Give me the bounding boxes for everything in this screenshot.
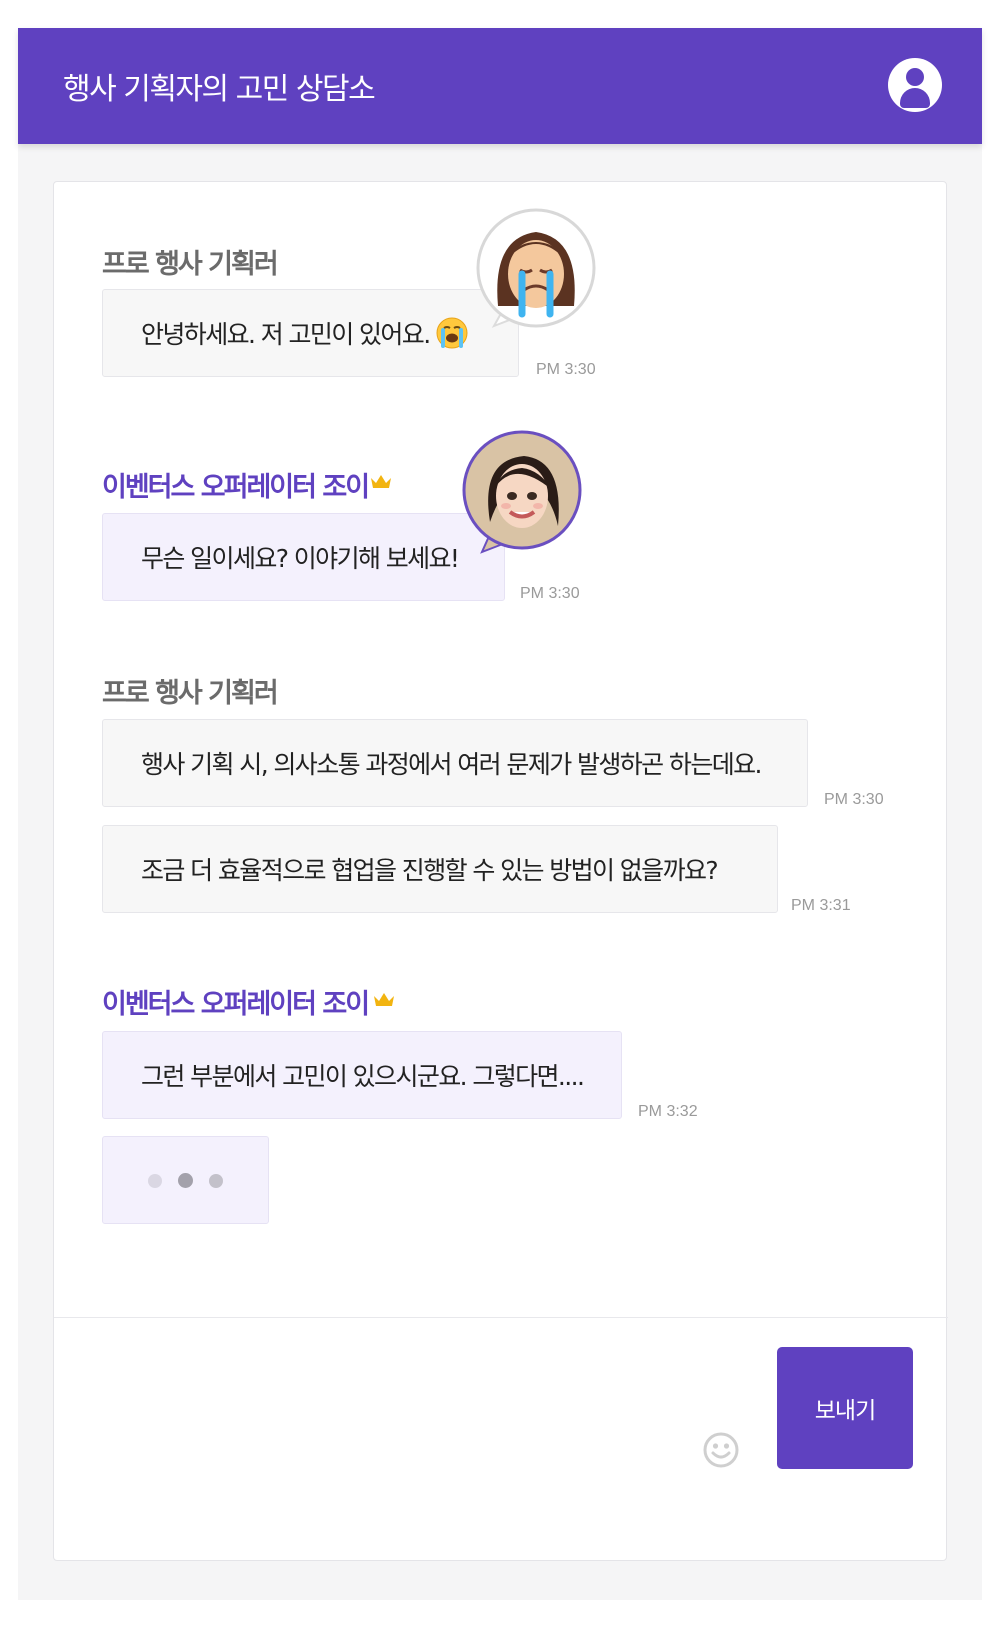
operator-memoji-avatar	[460, 430, 584, 558]
sender-name: 프로 행사 기획러	[102, 678, 279, 709]
composer-divider	[54, 1317, 948, 1318]
crown-icon	[371, 475, 391, 488]
sender-name: 프로 행사 기획러	[102, 249, 279, 280]
message-text: 행사 기획 시, 의사소통 과정에서 여러 문제가 발생하곤 하는데요.	[141, 750, 762, 779]
loudly-crying-face-icon	[436, 317, 468, 349]
message-input[interactable]	[74, 1342, 674, 1542]
message-text: 조금 더 효율적으로 협업을 진행할 수 있는 방법이 없을까요?	[141, 856, 719, 885]
sender-name: 이벤터스 오퍼레이터 조이	[102, 472, 370, 503]
chat-panel: 프로 행사 기획러 안녕하세요. 저 고민이 있어요. PM 3:30 이벤터스…	[53, 181, 948, 1561]
message-timestamp: PM 3:31	[791, 897, 851, 914]
message-bubble: 행사 기획 시, 의사소통 과정에서 여러 문제가 발생하곤 하는데요.	[102, 719, 808, 807]
typing-dot	[178, 1173, 193, 1188]
app-title: 행사 기획자의 고민 상담소	[63, 72, 376, 107]
typing-indicator	[102, 1136, 269, 1224]
chat-app: 행사 기획자의 고민 상담소 프로 행사 기획러 안녕하세요. 저 고민이 있어…	[18, 28, 982, 1600]
typing-dot	[148, 1174, 162, 1188]
message-bubble: 조금 더 효율적으로 협업을 진행할 수 있는 방법이 없을까요?	[102, 825, 778, 913]
user-profile-button[interactable]	[888, 58, 942, 112]
crown-icon	[374, 993, 394, 1006]
message-text: 무슨 일이세요? 이야기해 보세요!	[141, 544, 460, 573]
message-timestamp: PM 3:30	[536, 361, 596, 378]
typing-dot	[209, 1174, 223, 1188]
message-text: 그런 부분에서 고민이 있으시군요. 그렇다면....	[141, 1062, 585, 1091]
message-bubble: 무슨 일이세요? 이야기해 보세요!	[102, 513, 505, 601]
smiley-icon	[703, 1432, 739, 1468]
message-bubble: 안녕하세요. 저 고민이 있어요.	[102, 289, 519, 377]
app-header: 행사 기획자의 고민 상담소	[18, 28, 982, 144]
emoji-picker-button[interactable]	[703, 1432, 739, 1472]
send-button[interactable]: 보내기	[777, 1347, 913, 1469]
sender-name: 이벤터스 오퍼레이터 조이	[102, 989, 370, 1020]
message-text: 안녕하세요. 저 고민이 있어요.	[141, 320, 431, 349]
message-timestamp: PM 3:30	[520, 585, 580, 602]
crying-woman-avatar	[474, 208, 598, 336]
message-bubble: 그런 부분에서 고민이 있으시군요. 그렇다면....	[102, 1031, 622, 1119]
message-timestamp: PM 3:32	[638, 1103, 698, 1120]
message-timestamp: PM 3:30	[824, 791, 884, 808]
